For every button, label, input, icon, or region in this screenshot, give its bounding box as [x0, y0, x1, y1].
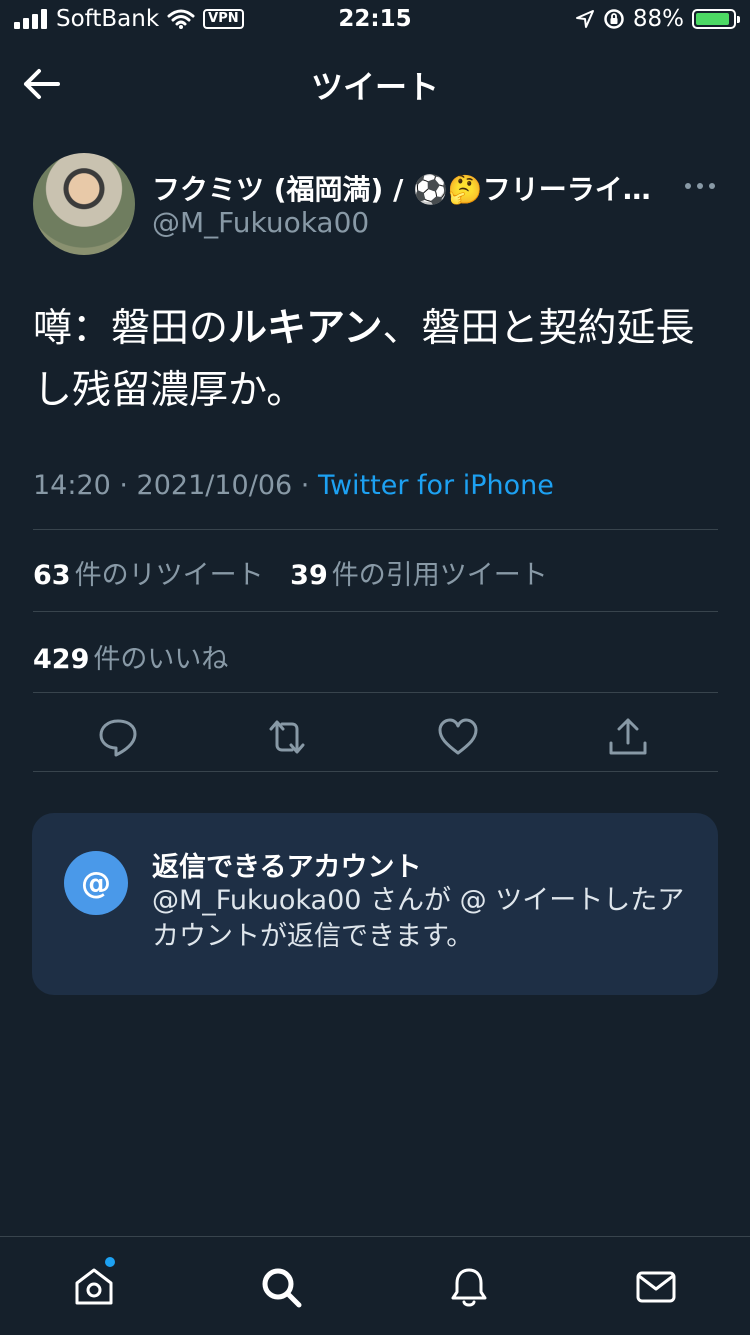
likes-count: 429 — [33, 644, 90, 675]
avatar[interactable] — [33, 153, 135, 255]
likes-stats: 429 件のいいね — [33, 637, 228, 676]
author-display-name[interactable]: フクミツ (福岡満) / ⚽🤔フリーライ… — [152, 168, 651, 208]
divider — [33, 771, 718, 772]
tweet-text-bold: ルキアン — [228, 306, 383, 351]
more-horizontal-icon[interactable] — [682, 174, 718, 198]
quotes-count: 39 — [290, 560, 328, 591]
quotes-link[interactable]: 39 件の引用ツイート — [290, 560, 548, 591]
likes-link[interactable]: 429 件のいいね — [33, 644, 228, 675]
reply-restriction-card: @ 返信できるアカウント @M_Fukuoka00 さんが @ ツイートしたアカ… — [32, 813, 718, 995]
divider — [33, 692, 718, 693]
home-icon[interactable] — [72, 1265, 116, 1309]
at-icon: @ — [64, 851, 128, 915]
rotation-lock-icon — [604, 9, 624, 29]
retweet-icon[interactable] — [265, 715, 309, 759]
reply-icon[interactable] — [96, 715, 140, 759]
status-bar: SoftBank VPN 22:15 88% — [0, 0, 750, 42]
notifications-icon[interactable] — [447, 1265, 491, 1309]
retweets-label: 件のリツイート — [74, 560, 264, 591]
retweets-link[interactable]: 63 件のリツイート — [33, 560, 264, 591]
messages-icon[interactable] — [634, 1265, 678, 1309]
card-title: 返信できるアカウント — [152, 852, 422, 883]
divider — [33, 529, 718, 530]
retweets-count: 63 — [33, 560, 71, 591]
battery-percent: 88% — [632, 6, 684, 32]
page-title: ツイート — [310, 68, 439, 106]
tweet-meta: 14:20 · 2021/10/06 · Twitter for iPhone — [33, 470, 554, 501]
search-icon[interactable] — [259, 1265, 303, 1309]
bottom-nav — [0, 1236, 750, 1335]
status-right: 88% — [575, 6, 740, 32]
location-icon — [575, 10, 594, 28]
quotes-label: 件の引用ツイート — [331, 560, 548, 591]
likes-label: 件のいいね — [93, 644, 229, 675]
tweet-source-link[interactable]: Twitter for iPhone — [318, 470, 554, 501]
card-body: @M_Fukuoka00 さんが @ ツイートしたアカウントが返信できます。 — [152, 885, 685, 952]
tweet-text-part1: 噂：磐田の — [33, 306, 229, 351]
new-content-dot — [105, 1257, 115, 1267]
tweet-timestamp: 14:20 · 2021/10/06 · — [33, 470, 318, 501]
share-icon[interactable] — [606, 715, 650, 759]
divider — [33, 611, 718, 612]
author-handle[interactable]: @M_Fukuoka00 — [152, 206, 369, 239]
battery-icon — [692, 9, 740, 29]
retweet-stats: 63 件のリツイート 39 件の引用ツイート — [33, 553, 548, 592]
heart-icon[interactable] — [436, 715, 480, 759]
tweet-text: 噂：磐田のルキアン、磐田と契約延長し残留濃厚か。 — [33, 298, 723, 422]
